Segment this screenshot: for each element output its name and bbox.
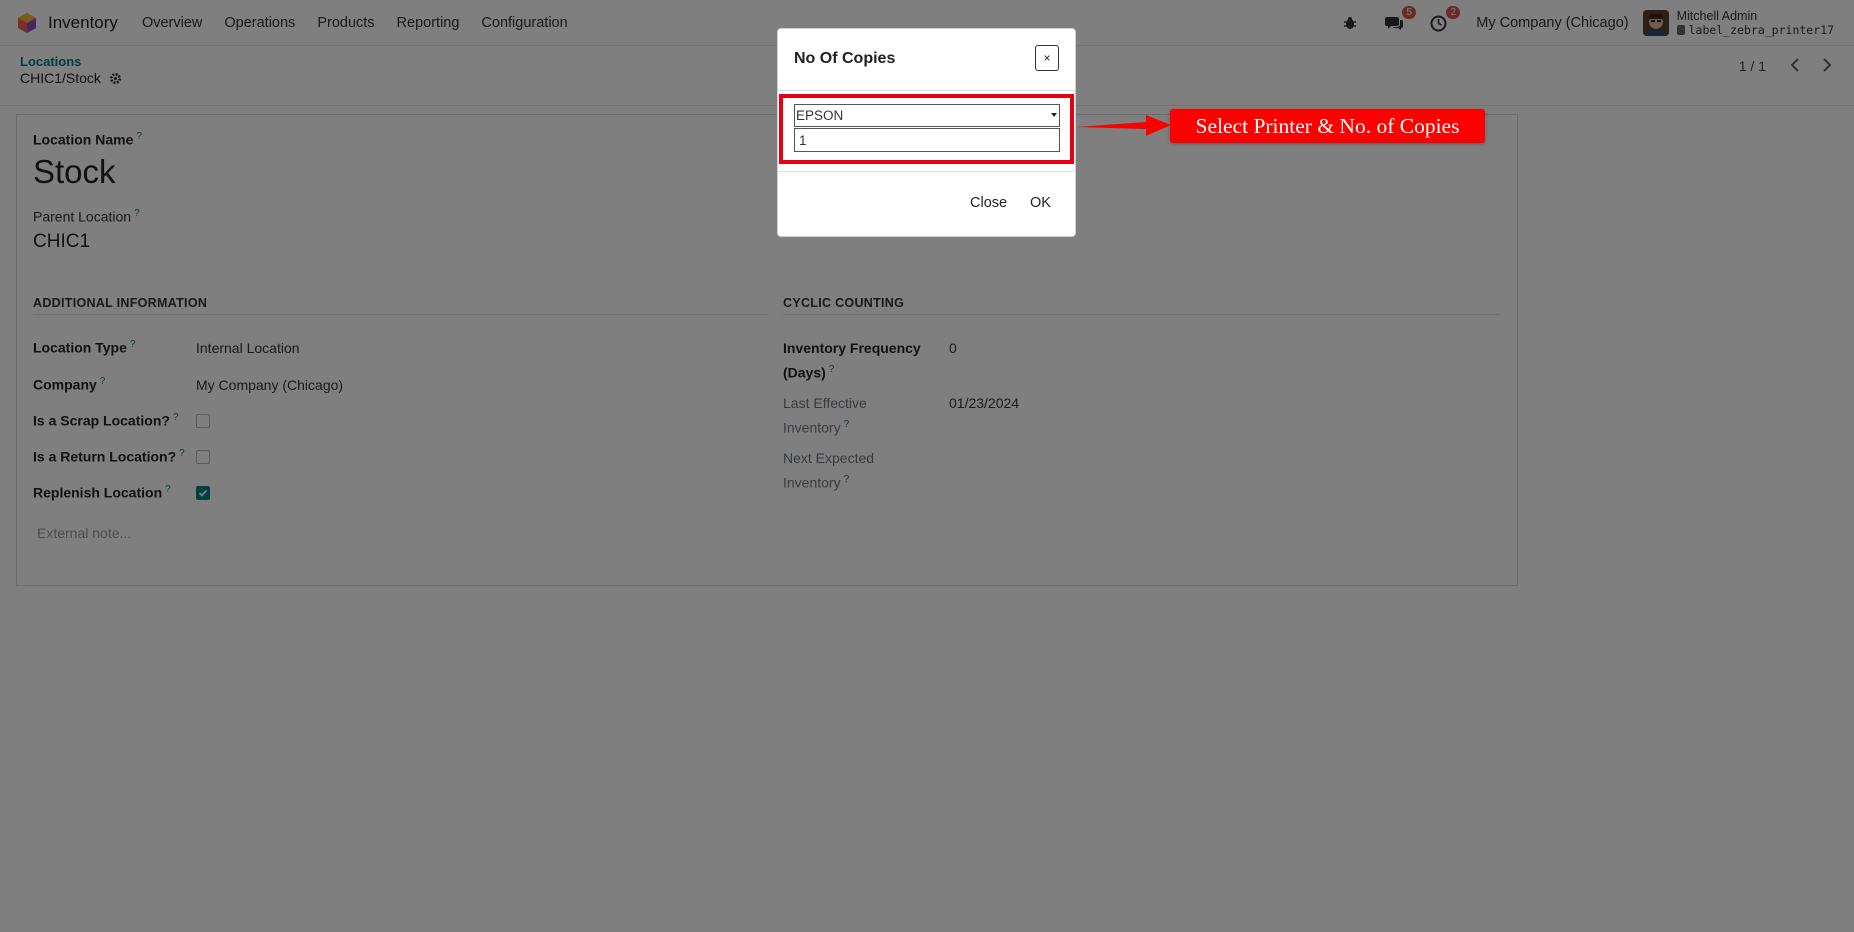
annotation-label: Select Printer & No. of Copies [1170,109,1485,143]
dialog-ok-button[interactable]: OK [1030,195,1051,211]
printer-select-value: EPSON [796,108,844,123]
dialog-title: No Of Copies [794,50,896,67]
dialog-header: No Of Copies × [778,29,1075,91]
dialog-close-x-button[interactable]: × [1035,45,1059,71]
printer-select[interactable]: EPSON [794,104,1060,127]
copies-dialog: No Of Copies × EPSON 1 Close OK [777,28,1076,237]
dialog-body: EPSON 1 [778,91,1075,171]
annotation-arrow-icon [1076,115,1171,136]
dialog-footer: Close OK [778,171,1075,237]
dropdown-arrow-icon [1051,113,1057,117]
dialog-close-button[interactable]: Close [970,195,1007,211]
copies-input-value: 1 [799,132,807,148]
copies-input[interactable]: 1 [794,128,1060,152]
